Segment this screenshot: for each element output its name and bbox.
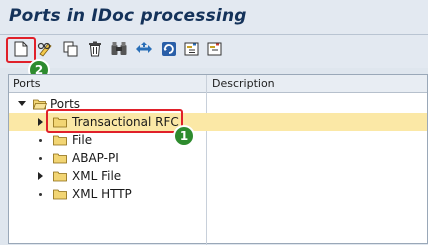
tree-item-file[interactable]: File <box>9 131 427 149</box>
trash-icon[interactable] <box>86 40 104 58</box>
arrows-icon[interactable] <box>135 40 153 58</box>
copy-icon[interactable] <box>62 40 80 58</box>
open-folder-icon <box>33 99 47 110</box>
column-header: Ports Description <box>9 75 427 93</box>
folder-icon <box>53 153 67 164</box>
tree-item-xml-http[interactable]: XML HTTP <box>9 185 427 203</box>
leaf-bullet-icon <box>39 193 42 196</box>
leaf-bullet-icon <box>39 157 42 160</box>
tree-item-label: XML File <box>72 169 122 183</box>
ports-tree-panel: Ports Description Ports Transactional RF… <box>8 74 428 245</box>
pencil-glasses-icon[interactable] <box>37 40 55 58</box>
create-button-highlight <box>6 37 36 63</box>
collapse-node-icon[interactable] <box>206 40 224 58</box>
window-title: Ports in IDoc processing <box>9 6 247 26</box>
tree-item-label: XML HTTP <box>72 187 132 201</box>
tree-item-label: ABAP-PI <box>72 151 119 165</box>
expand-node-icon[interactable] <box>183 40 201 58</box>
annotation-badge-1: 1 <box>173 125 195 147</box>
description-cell <box>207 185 427 203</box>
description-cell <box>207 113 427 131</box>
folder-icon <box>53 189 67 200</box>
title-bar: Ports in IDoc processing <box>0 0 428 34</box>
binoculars-icon[interactable] <box>110 40 128 58</box>
description-cell <box>207 149 427 167</box>
refresh-icon[interactable] <box>160 40 178 58</box>
description-cell <box>207 131 427 149</box>
expand-arrow-icon[interactable] <box>38 172 43 180</box>
leaf-bullet-icon <box>39 139 42 142</box>
toolbar <box>0 35 428 68</box>
column-description[interactable]: Description <box>212 77 275 90</box>
tree-item-xml-file[interactable]: XML File <box>9 167 427 185</box>
description-cell <box>207 167 427 185</box>
transactional-rfc-highlight <box>46 109 183 133</box>
expand-arrow-icon[interactable] <box>38 118 43 126</box>
tree-item-label: File <box>72 133 93 147</box>
collapse-arrow-icon[interactable] <box>18 101 26 106</box>
folder-icon <box>53 135 67 146</box>
description-cell <box>207 95 427 113</box>
folder-icon <box>53 171 67 182</box>
column-ports[interactable]: Ports <box>13 77 41 90</box>
tree-item-abap-pi[interactable]: ABAP-PI <box>9 149 427 167</box>
